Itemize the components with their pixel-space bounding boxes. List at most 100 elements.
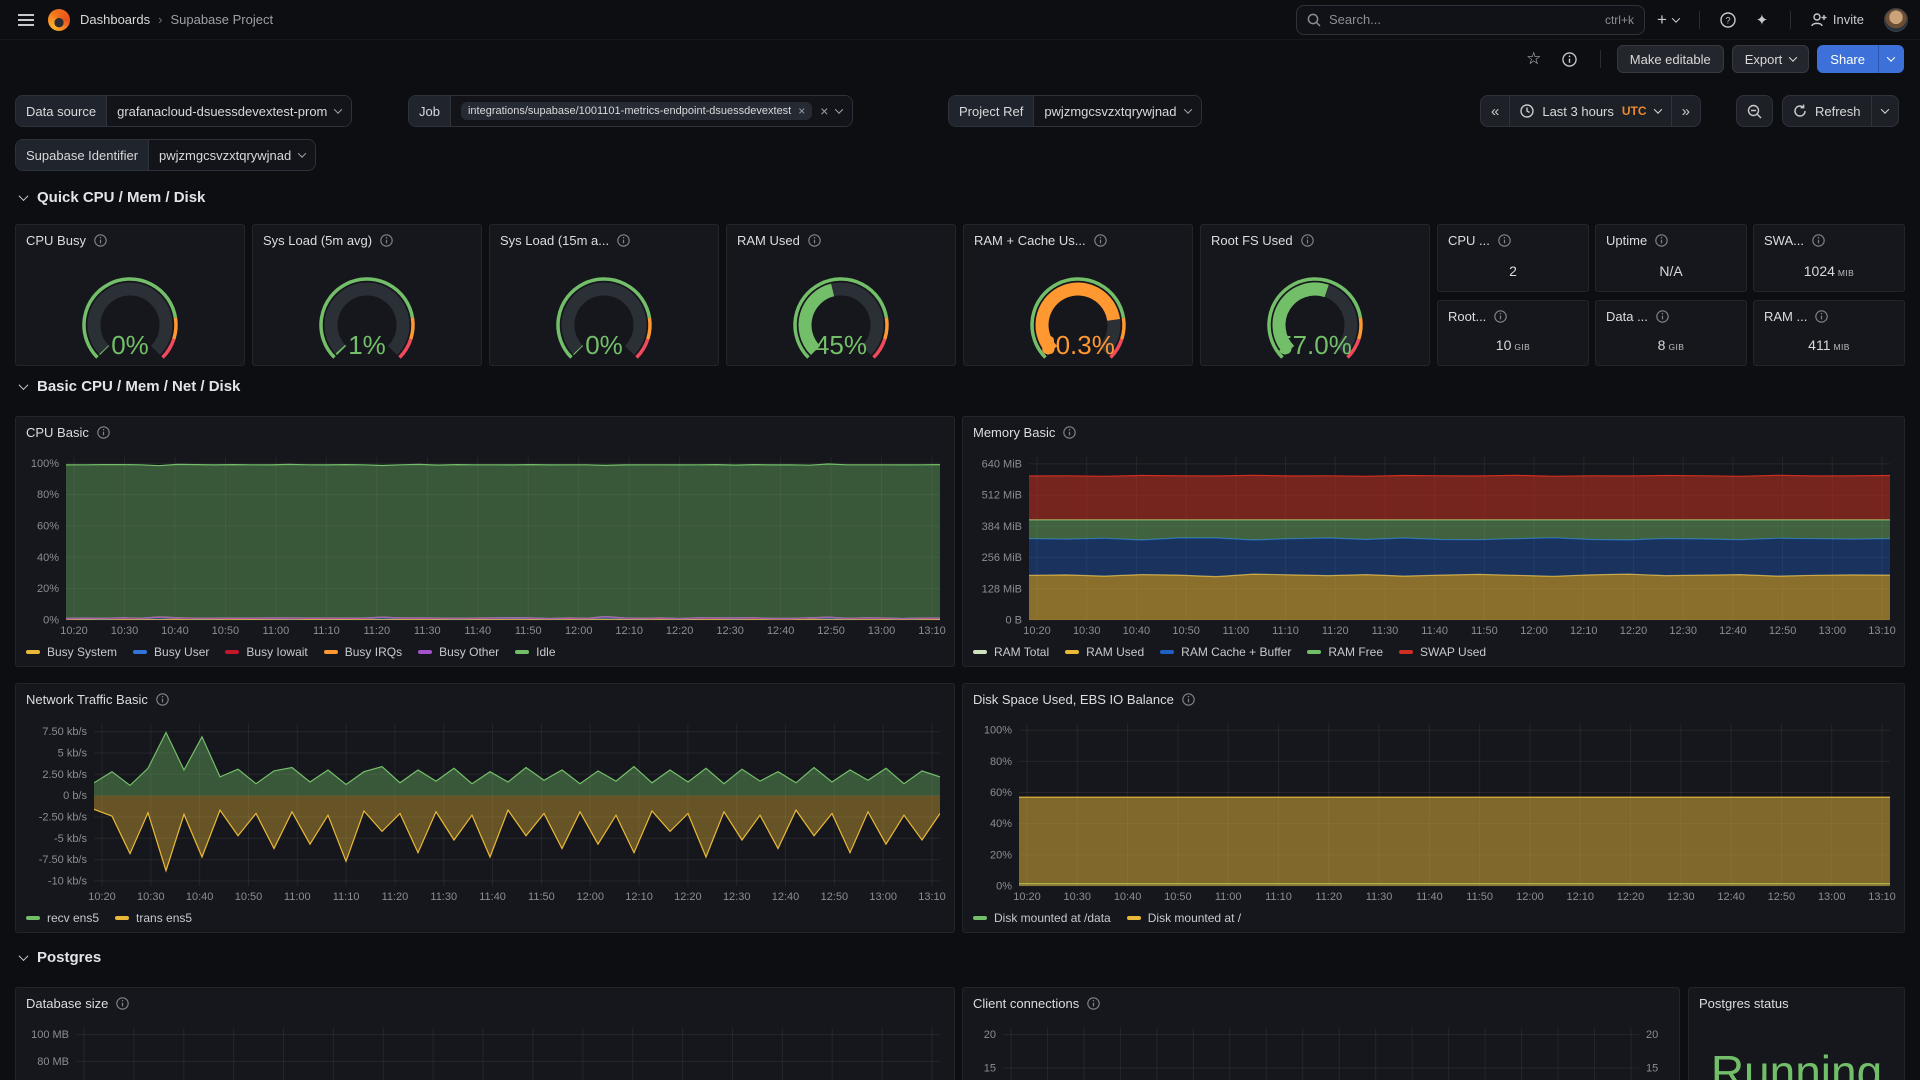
panel-info-icon[interactable] xyxy=(1087,997,1100,1010)
remove-tag-icon[interactable]: × xyxy=(798,104,805,118)
panel-info-icon[interactable] xyxy=(1815,310,1828,323)
refresh-interval-button[interactable] xyxy=(1871,96,1898,126)
panel-info-icon[interactable] xyxy=(617,234,630,247)
dashboard-info-button[interactable] xyxy=(1556,45,1584,73)
panel-info-icon[interactable] xyxy=(97,426,110,439)
export-button[interactable]: Export xyxy=(1732,45,1810,73)
panel-title[interactable]: CPU Basic xyxy=(26,425,89,440)
panel-info-icon[interactable] xyxy=(1063,426,1076,439)
invite-label: Invite xyxy=(1833,12,1864,27)
gauge-1[interactable]: 1% xyxy=(253,255,481,368)
invite-button[interactable]: Invite xyxy=(1805,6,1870,34)
legend-item[interactable]: Busy Other xyxy=(418,645,499,659)
section-basic-cpu-mem-net-disk[interactable]: Basic CPU / Mem / Net / Disk xyxy=(20,378,240,395)
panel-info-icon[interactable] xyxy=(1655,234,1668,247)
add-new-button[interactable]: + xyxy=(1651,6,1685,34)
time-range-picker[interactable]: Last 3 hours UTC xyxy=(1509,96,1670,126)
search-box[interactable]: ctrl+k xyxy=(1296,5,1645,35)
share-button[interactable]: Share xyxy=(1817,45,1878,73)
panel-title[interactable]: CPU ... xyxy=(1448,233,1490,248)
panel-info-icon[interactable] xyxy=(1182,693,1195,706)
data-source-select[interactable]: grafanacloud-dsuessdevextest-prom xyxy=(106,96,351,126)
gauge-5[interactable]: 57.0% xyxy=(1201,255,1429,368)
chart-cpu-basic[interactable]: 0%20%40%60%80%100%10:2010:3010:4010:5011… xyxy=(16,447,954,643)
panel-title[interactable]: Uptime xyxy=(1606,233,1647,248)
svg-text:15: 15 xyxy=(1646,1063,1658,1075)
section-quick-cpu-mem-disk[interactable]: Quick CPU / Mem / Disk xyxy=(20,189,205,206)
panel-info-icon[interactable] xyxy=(116,997,129,1010)
panel-title[interactable]: Root... xyxy=(1448,309,1486,324)
panel-title[interactable]: Root FS Used xyxy=(1211,233,1293,248)
supabase-identifier-select[interactable]: pwjzmgcsvzxtqrywjnad xyxy=(148,140,315,170)
search-input[interactable] xyxy=(1329,12,1597,27)
legend-item[interactable]: Busy IRQs xyxy=(324,645,402,659)
clear-all-icon[interactable]: × xyxy=(820,103,828,119)
refresh-button[interactable]: Refresh xyxy=(1783,96,1871,126)
panel-title[interactable]: RAM ... xyxy=(1764,309,1807,324)
legend-item[interactable]: Idle xyxy=(515,645,555,659)
panel-title[interactable]: CPU Busy xyxy=(26,233,86,248)
legend-item[interactable]: RAM Cache + Buffer xyxy=(1160,645,1291,659)
panel-info-icon[interactable] xyxy=(1301,234,1314,247)
legend-item[interactable]: Busy System xyxy=(26,645,117,659)
chart-disk-space[interactable]: 0%20%40%60%80%100%10:2010:3010:4010:5011… xyxy=(963,714,1904,909)
gauge-3[interactable]: 45% xyxy=(727,255,955,368)
panel-info-icon[interactable] xyxy=(808,234,821,247)
legend-item[interactable]: RAM Free xyxy=(1307,645,1383,659)
zoom-out-button[interactable] xyxy=(1736,95,1773,127)
legend-item[interactable]: RAM Used xyxy=(1065,645,1144,659)
chart-network-traffic[interactable]: -10 kb/s-7.50 kb/s-5 kb/s-2.50 kb/s0 b/s… xyxy=(16,714,954,909)
legend-item[interactable]: SWAP Used xyxy=(1399,645,1486,659)
panel-info-icon[interactable] xyxy=(1494,310,1507,323)
panel-title[interactable]: Postgres status xyxy=(1699,996,1789,1011)
project-ref-select[interactable]: pwjzmgcsvzxtqrywjnad xyxy=(1033,96,1200,126)
share-menu-button[interactable] xyxy=(1878,45,1904,73)
panel-title[interactable]: Network Traffic Basic xyxy=(26,692,148,707)
menu-toggle-button[interactable] xyxy=(12,6,40,34)
grafana-logo-icon[interactable] xyxy=(48,9,70,31)
panel-info-icon[interactable] xyxy=(156,693,169,706)
breadcrumb-dashboards[interactable]: Dashboards xyxy=(80,12,150,27)
panel-title[interactable]: RAM + Cache Us... xyxy=(974,233,1086,248)
legend-item[interactable]: Busy Iowait xyxy=(225,645,307,659)
panel-title[interactable]: Data ... xyxy=(1606,309,1648,324)
legend-item[interactable]: Disk mounted at / xyxy=(1127,911,1241,925)
panel-info-icon[interactable] xyxy=(380,234,393,247)
job-select[interactable]: integrations/supabase/1001101-metrics-en… xyxy=(450,96,852,126)
section-postgres[interactable]: Postgres xyxy=(20,949,101,966)
panel-title[interactable]: Sys Load (15m a... xyxy=(500,233,609,248)
panel-title[interactable]: Memory Basic xyxy=(973,425,1055,440)
time-shift-back-button[interactable]: « xyxy=(1481,96,1509,126)
panel-title[interactable]: RAM Used xyxy=(737,233,800,248)
legend-item[interactable]: trans ens5 xyxy=(115,911,192,925)
make-editable-button[interactable]: Make editable xyxy=(1617,45,1724,73)
chart-client-connections[interactable]: 005510101515202010:2010:3010:4010:5011:0… xyxy=(963,1018,1679,1080)
panel-info-icon[interactable] xyxy=(1812,234,1825,247)
panel-title[interactable]: Database size xyxy=(26,996,108,1011)
svg-text:10:20: 10:20 xyxy=(60,625,88,637)
svg-text:13:00: 13:00 xyxy=(868,625,896,637)
user-avatar[interactable] xyxy=(1884,8,1908,32)
legend-item[interactable]: Busy User xyxy=(133,645,209,659)
panel-info-icon[interactable] xyxy=(94,234,107,247)
time-shift-forward-button[interactable]: » xyxy=(1671,96,1700,126)
panel-title[interactable]: Sys Load (5m avg) xyxy=(263,233,372,248)
gauge-4[interactable]: 80.3% xyxy=(964,255,1192,368)
gauge-0[interactable]: 0% xyxy=(16,255,244,368)
chart-database-size[interactable]: 0 MB20 MB40 MB60 MB80 MB100 MB10:2010:30… xyxy=(16,1018,954,1080)
gauge-2[interactable]: 0% xyxy=(490,255,718,368)
panel-info-icon[interactable] xyxy=(1656,310,1669,323)
ai-assistant-button[interactable]: ✦ xyxy=(1748,6,1776,34)
legend-item[interactable]: Disk mounted at /data xyxy=(973,911,1111,925)
legend-item[interactable]: recv ens5 xyxy=(26,911,99,925)
panel-title[interactable]: Disk Space Used, EBS IO Balance xyxy=(973,692,1174,707)
chart-memory-basic[interactable]: 0 B128 MiB256 MiB384 MiB512 MiB640 MiB10… xyxy=(963,447,1904,643)
panel-info-icon[interactable] xyxy=(1498,234,1511,247)
favorite-button[interactable]: ☆ xyxy=(1520,45,1548,73)
panel-title[interactable]: Client connections xyxy=(973,996,1079,1011)
legend-item[interactable]: RAM Total xyxy=(973,645,1049,659)
panel-info-icon[interactable] xyxy=(1094,234,1107,247)
help-button[interactable]: ? xyxy=(1714,6,1742,34)
svg-text:10:30: 10:30 xyxy=(111,625,139,637)
panel-title[interactable]: SWA... xyxy=(1764,233,1804,248)
